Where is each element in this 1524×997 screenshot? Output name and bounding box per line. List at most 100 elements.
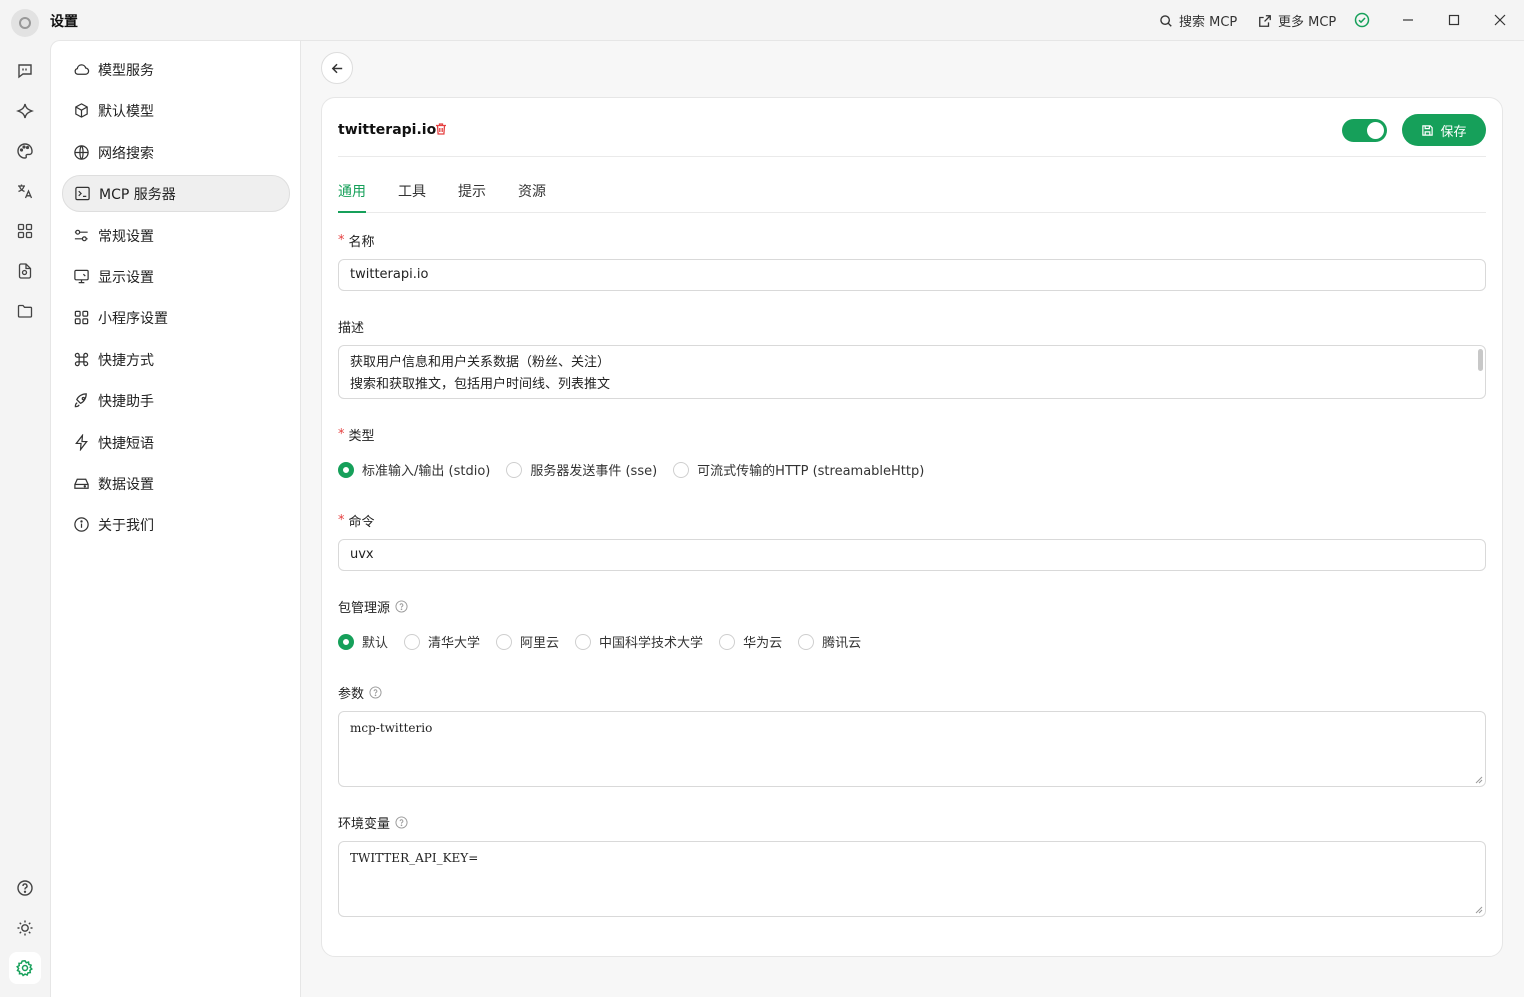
nav-item-shortcuts[interactable]: 快捷方式 <box>62 341 290 378</box>
settings-icon[interactable] <box>9 952 41 984</box>
env-value: TWITTER_API_KEY= <box>350 851 479 865</box>
help-icon[interactable] <box>13 876 37 900</box>
title-bar: 设置 搜索 MCP 更多 MCP <box>0 0 1524 40</box>
arrow-left-icon <box>331 63 342 73</box>
registry-label: 包管理源 <box>338 601 391 616</box>
nav-item-label: 快捷方式 <box>98 352 154 369</box>
nav-item-display-settings[interactable]: 显示设置 <box>62 258 290 295</box>
back-button[interactable] <box>321 52 353 84</box>
save-button[interactable]: 保存 <box>1402 114 1486 146</box>
sun-icon[interactable] <box>13 916 37 940</box>
name-label-row: * 名称 <box>338 231 375 250</box>
sparkle-icon[interactable] <box>13 99 37 123</box>
nav-item-miniapp-settings[interactable]: 小程序设置 <box>62 299 290 336</box>
help-icon[interactable] <box>395 600 408 613</box>
radio-dot <box>338 461 354 478</box>
description-field[interactable]: 获取用户信息和用户关系数据（粉丝、关注） 搜索和获取推文，包括用户时间线、列表推… <box>338 345 1486 399</box>
env-label-row: 环境变量 <box>338 813 408 832</box>
registry-option-ustc[interactable]: 中国科学技术大学 <box>575 632 703 651</box>
nav-item-general-settings[interactable]: 常规设置 <box>62 217 290 254</box>
server-card: twitterapi.io 保存 通用 工具 提示 资源 * 名称 twitte… <box>321 97 1503 957</box>
required-mark: * <box>338 233 345 248</box>
status-check-icon[interactable] <box>1350 8 1374 32</box>
nav-item-quick-assistant[interactable]: 快捷助手 <box>62 382 290 419</box>
description-label: 描述 <box>338 321 365 336</box>
folder-icon[interactable] <box>13 299 37 323</box>
resize-handle-icon[interactable] <box>1475 776 1483 784</box>
grid-icon <box>74 310 89 325</box>
translate-icon[interactable] <box>13 179 37 203</box>
nav-item-mcp-server[interactable]: MCP 服务器 <box>62 175 290 212</box>
help-icon[interactable] <box>395 816 408 829</box>
registry-option-tencentcloud[interactable]: 腾讯云 <box>798 632 861 651</box>
name-field[interactable]: twitterapi.io <box>338 259 1486 291</box>
scrollbar[interactable] <box>1478 349 1483 371</box>
registry-radio-group: 默认 清华大学 阿里云 中国科学技术大学 华为云 腾讯云 <box>338 632 877 651</box>
server-name: twitterapi.io <box>338 122 437 138</box>
nav-item-quick-phrases[interactable]: 快捷短语 <box>62 424 290 461</box>
server-enable-toggle[interactable] <box>1342 119 1387 142</box>
registry-option-huaweicloud[interactable]: 华为云 <box>719 632 782 651</box>
radio-dot <box>338 633 354 650</box>
command-field[interactable]: uvx <box>338 539 1486 571</box>
radio-dot <box>719 633 736 650</box>
terminal-icon <box>75 186 90 201</box>
info-icon <box>74 517 89 532</box>
hard-drive-icon <box>74 478 89 489</box>
nav-item-default-model[interactable]: 默认模型 <box>62 92 290 129</box>
more-mcp-button[interactable]: 更多 MCP <box>1258 11 1336 30</box>
chat-icon[interactable] <box>13 59 37 83</box>
help-icon[interactable] <box>369 686 382 699</box>
nav-item-label: 小程序设置 <box>98 310 168 327</box>
resize-handle-icon[interactable] <box>1475 906 1483 914</box>
radio-dot <box>798 633 815 650</box>
nav-item-about[interactable]: 关于我们 <box>62 506 290 543</box>
file-search-icon[interactable] <box>13 259 37 283</box>
maximize-button[interactable] <box>1442 8 1466 32</box>
apps-grid-icon[interactable] <box>13 219 37 243</box>
radio-dot <box>506 461 523 478</box>
registry-option-aliyun[interactable]: 阿里云 <box>496 632 559 651</box>
description-line: 获取用户信息和用户关系数据（粉丝、关注） <box>350 355 611 370</box>
command-label-row: * 命令 <box>338 511 375 530</box>
args-field[interactable]: mcp-twitterio <box>338 711 1486 787</box>
trash-icon[interactable] <box>434 122 448 136</box>
type-option-sse[interactable]: 服务器发送事件 (sse) <box>506 460 657 479</box>
registry-option-tsinghua[interactable]: 清华大学 <box>404 632 480 651</box>
zap-icon <box>75 434 88 451</box>
radio-dot <box>404 633 421 650</box>
palette-icon[interactable] <box>13 139 37 163</box>
tab-resources[interactable]: 资源 <box>518 181 546 213</box>
minimize-button[interactable] <box>1396 8 1420 32</box>
tab-tools[interactable]: 工具 <box>398 181 426 213</box>
search-mcp-label: 搜索 MCP <box>1179 15 1238 30</box>
nav-item-data-settings[interactable]: 数据设置 <box>62 465 290 502</box>
env-field[interactable]: TWITTER_API_KEY= <box>338 841 1486 917</box>
tab-prompts[interactable]: 提示 <box>458 181 486 213</box>
globe-icon <box>74 145 89 160</box>
card-header: twitterapi.io 保存 <box>338 98 1486 157</box>
search-mcp-button[interactable]: 搜索 MCP <box>1159 11 1237 30</box>
save-label: 保存 <box>1440 124 1467 140</box>
save-icon <box>1422 124 1434 136</box>
command-icon <box>74 352 89 367</box>
required-mark: * <box>338 513 345 528</box>
radio-dot <box>496 633 513 650</box>
tab-general[interactable]: 通用 <box>338 181 366 213</box>
radio-label: 腾讯云 <box>822 636 862 651</box>
type-option-streamable-http[interactable]: 可流式传输的HTTP (streamableHttp) <box>673 460 924 479</box>
type-option-stdio[interactable]: 标准输入/输出 (stdio) <box>338 460 490 479</box>
registry-option-default[interactable]: 默认 <box>338 632 388 651</box>
icon-rail <box>0 40 50 997</box>
args-label: 参数 <box>338 687 365 702</box>
toggle-knob <box>1367 122 1384 139</box>
description-label-row: 描述 <box>338 317 364 336</box>
type-label: 类型 <box>348 429 375 444</box>
nav-item-label: 快捷助手 <box>98 393 154 410</box>
close-button[interactable] <box>1488 8 1512 32</box>
nav-item-web-search[interactable]: 网络搜索 <box>62 134 290 171</box>
nav-item-model-service[interactable]: 模型服务 <box>62 51 290 88</box>
nav-item-label: 网络搜索 <box>98 145 154 162</box>
args-value: mcp-twitterio <box>350 721 433 735</box>
command-label: 命令 <box>348 515 375 530</box>
